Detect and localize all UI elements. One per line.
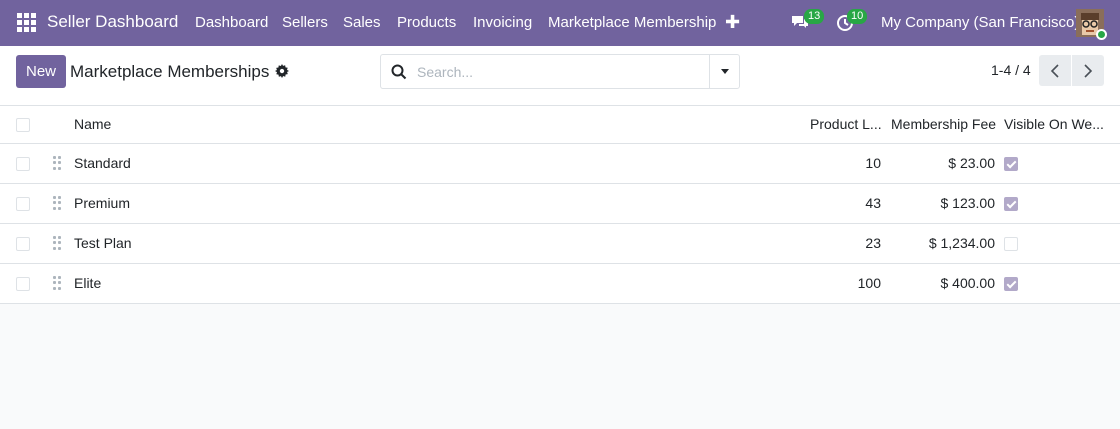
chevron-left-icon — [1050, 63, 1059, 78]
menu-item-sales[interactable]: Sales — [343, 14, 381, 31]
menu-item-sellers[interactable]: Sellers — [282, 14, 328, 31]
row-name: Premium — [74, 195, 131, 211]
user-avatar[interactable] — [1076, 9, 1107, 40]
row-product-limit: 23 — [865, 235, 881, 251]
drag-handle-icon[interactable] — [53, 156, 61, 170]
row-name: Elite — [74, 275, 102, 291]
visible-checkbox[interactable] — [1004, 277, 1018, 291]
header-membership-fee[interactable]: Membership Fee — [891, 116, 998, 132]
search-box — [380, 54, 740, 89]
visible-checkbox[interactable] — [1004, 197, 1018, 211]
row-product-limit: 100 — [857, 275, 881, 291]
drag-handle-icon[interactable] — [53, 236, 61, 250]
row-membership-fee: $ 23.00 — [948, 155, 995, 171]
table-row[interactable]: Standard 10 $ 23.00 — [0, 144, 1120, 184]
control-panel: New Marketplace Memberships 1-4 / 4 — [0, 46, 1120, 106]
row-membership-fee: $ 1,234.00 — [928, 235, 995, 251]
gear-icon[interactable] — [275, 64, 289, 78]
header-visible-on-website[interactable]: Visible On We... — [1004, 116, 1104, 132]
row-name: Standard — [74, 155, 131, 171]
menu-item-marketplace-membership[interactable]: Marketplace Membership — [548, 14, 716, 31]
chevron-right-icon — [1084, 63, 1093, 78]
menu-item-dashboard[interactable]: Dashboard — [195, 14, 268, 31]
pager-next-button[interactable] — [1072, 55, 1104, 86]
visible-checkbox[interactable] — [1004, 237, 1018, 251]
row-name: Test Plan — [74, 235, 132, 251]
apps-grid-icon[interactable] — [17, 13, 36, 32]
header-product-limit[interactable]: Product L... — [810, 116, 882, 132]
activities-badge: 10 — [847, 9, 868, 24]
table-row[interactable]: Premium 43 $ 123.00 — [0, 184, 1120, 224]
search-options-toggle[interactable] — [709, 55, 739, 88]
row-membership-fee: $ 400.00 — [940, 275, 996, 291]
pager-value[interactable]: 1-4 / 4 — [991, 62, 1031, 78]
search-icon — [391, 64, 407, 80]
page-title: Marketplace Memberships — [70, 62, 270, 81]
search-input[interactable] — [417, 61, 707, 83]
table-row[interactable]: Test Plan 23 $ 1,234.00 — [0, 224, 1120, 264]
visible-checkbox[interactable] — [1004, 157, 1018, 171]
row-checkbox[interactable] — [16, 197, 30, 211]
row-product-limit: 10 — [865, 155, 881, 171]
online-status-icon — [1096, 29, 1107, 40]
select-all-checkbox[interactable] — [16, 118, 30, 132]
new-button[interactable]: New — [16, 55, 66, 88]
row-membership-fee: $ 123.00 — [940, 195, 996, 211]
plus-icon[interactable]: ✚ — [725, 12, 740, 33]
top-navbar: Seller Dashboard Dashboard Sellers Sales… — [0, 0, 1120, 46]
messages-badge: 13 — [804, 9, 825, 24]
row-product-limit: 43 — [865, 195, 881, 211]
pager-previous-button[interactable] — [1039, 55, 1071, 86]
company-switcher[interactable]: My Company (San Francisco) — [881, 14, 1079, 31]
table-row[interactable]: Elite 100 $ 400.00 — [0, 264, 1120, 304]
header-name[interactable]: Name — [74, 116, 111, 132]
table-header: Name Product L... Membership Fee Visible… — [0, 106, 1120, 144]
caret-down-icon — [720, 69, 729, 74]
membership-list: Name Product L... Membership Fee Visible… — [0, 106, 1120, 304]
app-brand[interactable]: Seller Dashboard — [47, 12, 178, 32]
drag-handle-icon[interactable] — [53, 196, 61, 210]
row-checkbox[interactable] — [16, 157, 30, 171]
row-checkbox[interactable] — [16, 277, 30, 291]
menu-item-invoicing[interactable]: Invoicing — [473, 14, 532, 31]
menu-item-products[interactable]: Products — [397, 14, 456, 31]
drag-handle-icon[interactable] — [53, 276, 61, 290]
row-checkbox[interactable] — [16, 237, 30, 251]
